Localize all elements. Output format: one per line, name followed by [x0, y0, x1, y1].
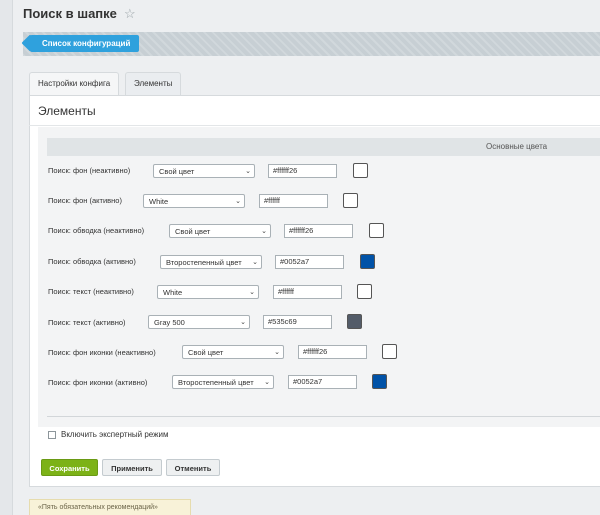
select-value: White [149, 197, 169, 206]
select-search-text-inactive[interactable]: White ⌄ [157, 285, 259, 299]
apply-button[interactable]: Применить [102, 459, 162, 476]
tab-elements-label: Элементы [134, 79, 173, 88]
input-search-text-active[interactable]: #535c69 [263, 315, 332, 329]
row-label-search-border-inactive: Поиск: обводка (неактивно) [48, 226, 145, 235]
back-to-config-list-button[interactable]: Список конфигураций [30, 35, 140, 52]
input-search-bg-active[interactable]: #ffffff [259, 194, 328, 208]
row-label-search-text-active: Поиск: текст (активно) [48, 318, 126, 327]
input-search-border-active[interactable]: #0052a7 [275, 255, 344, 269]
swatch-search-text-active[interactable] [347, 314, 362, 329]
input-search-border-inactive[interactable]: #ffffff26 [284, 224, 353, 238]
chevron-down-icon: ⌄ [274, 349, 280, 356]
select-value: Gray 500 [154, 318, 185, 327]
chevron-down-icon: ⌄ [264, 379, 270, 386]
chevron-down-icon: ⌄ [240, 319, 246, 326]
chevron-down-icon: ⌄ [235, 198, 241, 205]
swatch-search-bg-active[interactable] [343, 193, 358, 208]
select-search-text-active[interactable]: Gray 500 ⌄ [148, 315, 250, 329]
tab-elements[interactable]: Элементы [125, 72, 182, 95]
section-title: Основные цвета [486, 142, 548, 151]
select-search-border-inactive[interactable]: Свой цвет ⌄ [169, 224, 271, 238]
swatch-search-icon-bg-active[interactable] [372, 374, 387, 389]
select-search-bg-active[interactable]: White ⌄ [143, 194, 245, 208]
select-value: Второстепенный цвет [166, 258, 242, 267]
row-label-search-icon-bg-active: Поиск: фон иконки (активно) [48, 378, 148, 387]
input-search-bg-inactive[interactable]: #ffffff26 [268, 164, 337, 178]
input-search-icon-bg-inactive[interactable]: #ffffff26 [298, 345, 367, 359]
tab-config-settings-label: Настройки конфига [38, 79, 111, 88]
row-label-search-bg-active: Поиск: фон (активно) [48, 196, 122, 205]
footer-divider [47, 416, 600, 417]
cancel-button[interactable]: Отменить [166, 459, 220, 476]
chevron-down-icon: ⌄ [245, 168, 251, 175]
select-value: Второстепенный цвет [178, 378, 254, 387]
chevron-down-icon: ⌄ [261, 228, 267, 235]
chevron-down-icon: ⌄ [252, 259, 258, 266]
swatch-search-icon-bg-inactive[interactable] [382, 344, 397, 359]
row-label-search-text-inactive: Поиск: текст (неактивно) [48, 287, 134, 296]
select-value: Свой цвет [159, 167, 195, 176]
select-value: Свой цвет [175, 227, 211, 236]
row-label-search-border-active: Поиск: обводка (активно) [48, 257, 136, 266]
select-value: White [163, 288, 183, 297]
save-button[interactable]: Сохранить [41, 459, 98, 476]
swatch-search-border-active[interactable] [360, 254, 375, 269]
swatch-search-text-inactive[interactable] [357, 284, 372, 299]
select-search-icon-bg-inactive[interactable]: Свой цвет ⌄ [182, 345, 284, 359]
select-value: Свой цвет [188, 348, 224, 357]
tab-config-settings[interactable]: Настройки конфига [29, 72, 120, 95]
back-to-config-list-label: Список конфигураций [42, 39, 131, 48]
panel-divider [29, 125, 600, 126]
bottom-note: «Пять обязательных рекомендаций» [29, 499, 191, 515]
input-search-icon-bg-active[interactable]: #0052a7 [288, 375, 357, 389]
select-search-bg-inactive[interactable]: Свой цвет ⌄ [153, 164, 255, 178]
left-rail [0, 0, 13, 515]
expert-mode-checkbox[interactable] [48, 431, 56, 439]
row-label-search-bg-inactive: Поиск: фон (неактивно) [48, 166, 131, 175]
star-icon[interactable]: ☆ [124, 6, 136, 22]
row-label-search-icon-bg-inactive: Поиск: фон иконки (неактивно) [48, 348, 156, 357]
swatch-search-border-inactive[interactable] [369, 223, 384, 238]
expert-mode-label: Включить экспертный режим [61, 430, 169, 439]
select-search-icon-bg-active[interactable]: Второстепенный цвет ⌄ [172, 375, 274, 389]
page-title: Поиск в шапке [23, 6, 117, 21]
input-search-text-inactive[interactable]: #ffffff [273, 285, 342, 299]
chevron-down-icon: ⌄ [249, 289, 255, 296]
select-search-border-active[interactable]: Второстепенный цвет ⌄ [160, 255, 262, 269]
swatch-search-bg-inactive[interactable] [353, 163, 368, 178]
panel-title: Элементы [38, 104, 96, 118]
